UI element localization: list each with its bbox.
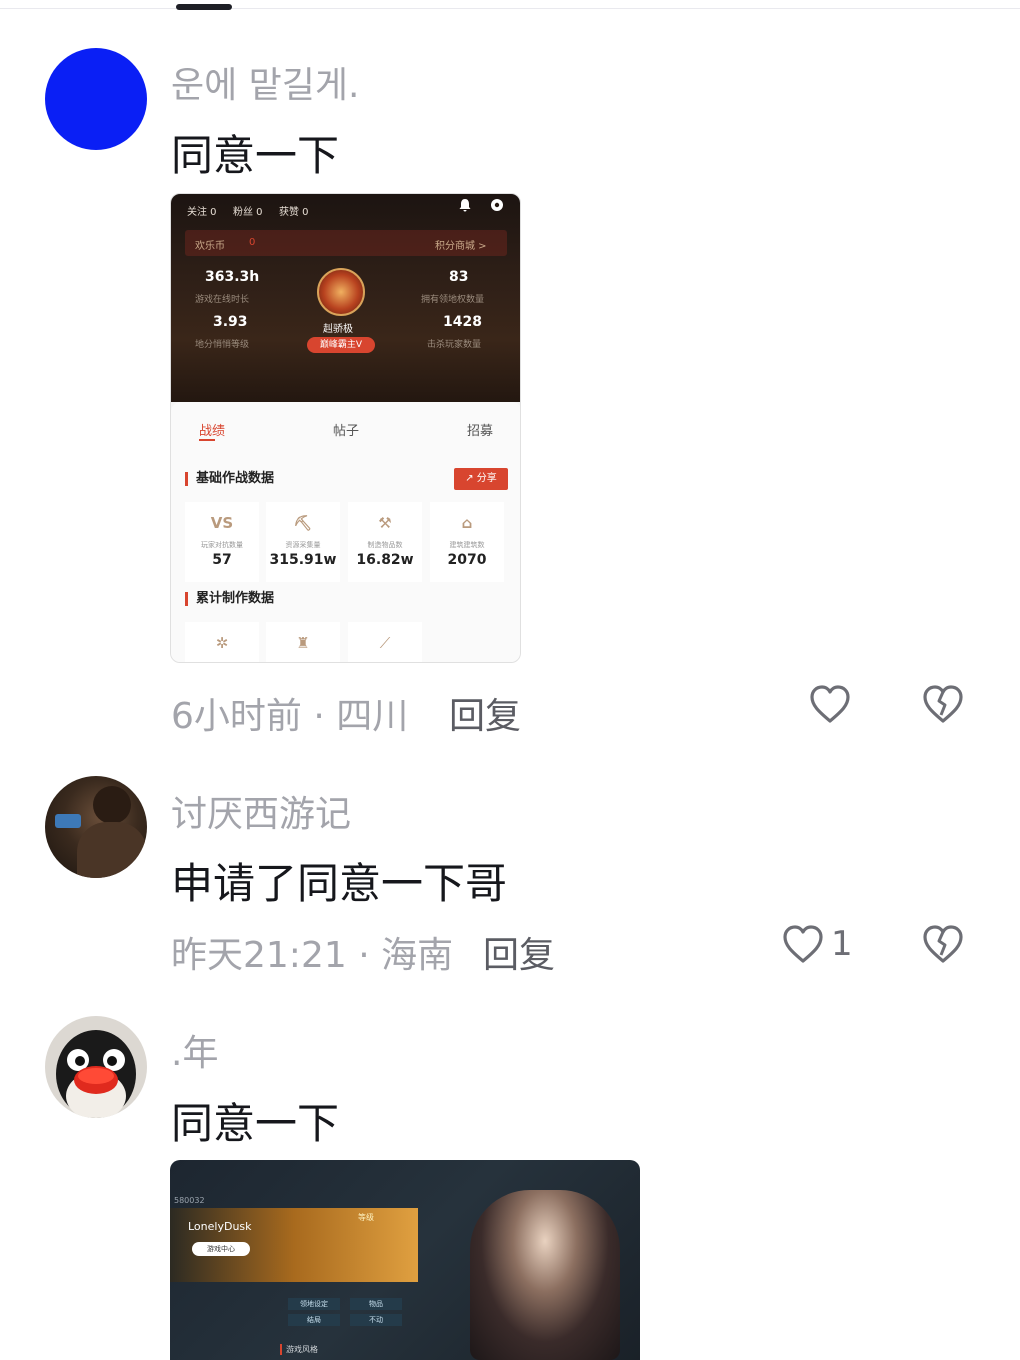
tab-record[interactable]: 战绩 [199, 420, 225, 439]
armor-icon: ♜ [296, 634, 310, 652]
character-figure [470, 1190, 620, 1360]
stat-label: 击杀玩家数量 [427, 340, 482, 350]
stat-card-value: 16.82w [356, 552, 414, 568]
stat-label: 地分悄悄等级 [195, 340, 250, 350]
profile-body: 战绩 帖子 招募 基础作战数据 ↗ 分享 VS 玩家对抗数量 57 ⛏ 资源采集… [171, 402, 520, 662]
player-id: 580032 [174, 1196, 205, 1205]
tab-posts[interactable]: 帖子 [333, 420, 359, 439]
stat-card-label: 玩家对抗数量 [201, 541, 243, 549]
tab-underline [199, 439, 215, 441]
gear-icon [491, 199, 503, 211]
rank-emblem-icon [317, 268, 365, 316]
stat-card-label: 建筑建筑数 [449, 541, 485, 549]
stat-label: 游戏在线时长 [195, 295, 250, 305]
heart-outline-icon [810, 685, 850, 723]
stat-card: ⟋ [348, 622, 422, 662]
attachment-image[interactable]: 关注 0 粉丝 0 获赞 0 欢乐币 0 积分商城 > 363.3h 游戏在线时… [170, 193, 521, 663]
craft-icon: ⚒ [378, 514, 392, 532]
comment-text: 申请了同意一下哥 [171, 859, 508, 908]
stat-value: 363.3h [205, 269, 260, 285]
game-button[interactable]: 结局 [288, 1314, 340, 1326]
gear-part-icon: ✲ [215, 634, 229, 652]
building-icon: ⌂ [461, 514, 473, 532]
pickaxe-icon: ⛏ [293, 514, 313, 532]
avatar-figure [77, 822, 147, 878]
stat-value: 83 [449, 269, 469, 285]
stat-card: ⌂ 建筑建筑数 2070 [430, 502, 504, 582]
avatar[interactable] [45, 776, 147, 878]
comment-username[interactable]: 운에 맡길게. [171, 56, 360, 108]
broken-heart-icon [923, 685, 963, 723]
comment-username[interactable]: 讨厌西游记 [171, 785, 351, 837]
game-button[interactable]: 不动 [350, 1314, 402, 1326]
stat-card: ⛏ 资源采集量 315.91w [266, 502, 340, 582]
share-label: 分享 [476, 473, 497, 484]
like-count: 1 [831, 924, 853, 964]
profile-header: 关注 0 粉丝 0 获赞 0 欢乐币 0 积分商城 > 363.3h 游戏在线时… [171, 194, 520, 402]
stat-card: VS 玩家对抗数量 57 [185, 502, 259, 582]
comment-text: 同意一下 [171, 1099, 340, 1148]
comment-meta: 昨天21:21 · 海南 [171, 935, 454, 976]
coin-value: 0 [249, 237, 256, 248]
share-button[interactable]: ↗ 分享 [454, 468, 508, 490]
like-button[interactable]: 1 [781, 923, 853, 965]
section-title: 基础作战数据 [185, 472, 274, 486]
heart-outline-icon [783, 925, 823, 963]
tab-recruit[interactable]: 招募 [467, 420, 493, 439]
coin-bar[interactable]: 欢乐币 0 积分商城 > [185, 230, 507, 256]
follow-count: 关注 0 [187, 207, 217, 218]
top-divider [0, 8, 1020, 9]
bell-icon [459, 199, 471, 212]
tab-indicator [176, 4, 232, 10]
dislike-button[interactable] [921, 923, 965, 969]
comment-meta: 6小时前 · 四川 [171, 696, 409, 737]
stat-card: ✲ [185, 622, 259, 662]
stat-card-label: 制造物品数 [367, 541, 403, 549]
rank-name: 赳骄极 [323, 324, 353, 335]
avatar-figure [93, 786, 131, 824]
rifle-icon: ⟋ [379, 634, 391, 652]
comment-username[interactable]: .年 [171, 1024, 218, 1076]
dislike-button[interactable] [921, 683, 965, 729]
section-title: 游戏风格 [280, 1344, 318, 1355]
points-shop-link[interactable]: 积分商城 > [435, 237, 487, 252]
avatar[interactable] [45, 48, 147, 150]
section-title: 累计制作数据 [185, 592, 274, 606]
avatar-figure [55, 814, 81, 828]
stat-value: 3.93 [213, 314, 248, 330]
reply-button[interactable]: 回复 [449, 687, 521, 739]
player-tag: 游戏中心 [192, 1242, 250, 1256]
fans-count: 粉丝 0 [233, 207, 263, 218]
broken-heart-icon [923, 925, 963, 963]
stat-card-value: 315.91w [269, 552, 337, 568]
avatar[interactable] [45, 1016, 147, 1118]
stat-card-value: 57 [212, 552, 232, 568]
stat-value: 1428 [443, 314, 482, 330]
likes-count: 获赞 0 [279, 207, 309, 218]
stat-card-label: 资源采集量 [285, 541, 321, 549]
penguin-icon [56, 1030, 136, 1118]
stat-card: ♜ [266, 622, 340, 662]
player-name: LonelyDusk [188, 1220, 252, 1233]
coin-label: 欢乐币 [195, 241, 225, 252]
stat-label: 拥有领地权数量 [421, 295, 485, 305]
attachment-image[interactable]: 580032 LonelyDusk 游戏中心 等级 领地设定 物品 结局 不动 … [170, 1160, 640, 1360]
game-button[interactable]: 物品 [350, 1298, 402, 1310]
stat-card: ⚒ 制造物品数 16.82w [348, 502, 422, 582]
vs-icon: VS [210, 514, 234, 532]
player-level: 等级 [358, 1213, 374, 1222]
comment-text: 同意一下 [171, 131, 340, 180]
like-button[interactable] [808, 683, 852, 725]
game-button[interactable]: 领地设定 [288, 1298, 340, 1310]
reply-button[interactable]: 回复 [483, 926, 555, 978]
stat-card-value: 2070 [447, 552, 487, 568]
rank-badge: 巅峰霸主V [307, 337, 375, 353]
